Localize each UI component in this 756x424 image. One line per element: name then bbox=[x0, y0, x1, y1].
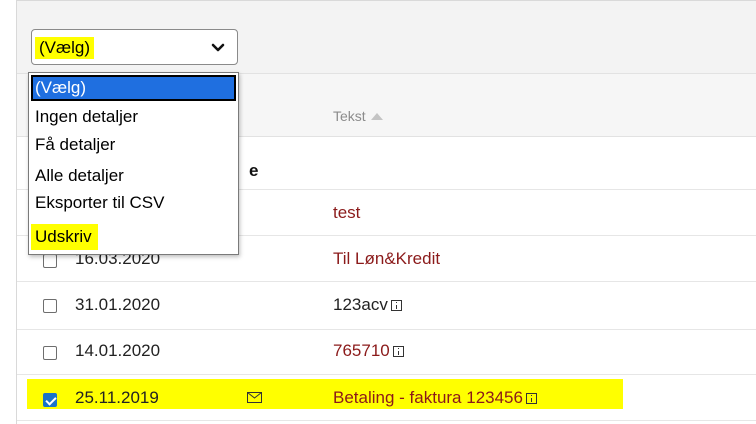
option-eksporter-csv[interactable]: Eksporter til CSV bbox=[31, 190, 236, 216]
row-text-link[interactable]: 765710 bbox=[333, 341, 390, 360]
sort-ascending-icon bbox=[370, 113, 383, 120]
group-label: e bbox=[249, 161, 259, 180]
chevron-down-icon bbox=[211, 43, 225, 52]
info-icon[interactable] bbox=[390, 300, 402, 311]
toolbar: (Vælg) bbox=[17, 1, 756, 74]
row-text-label: 123acv bbox=[333, 295, 388, 314]
row-date: 25.11.2019 bbox=[75, 388, 159, 407]
option-ingen-detaljer[interactable]: Ingen detaljer bbox=[31, 104, 236, 130]
info-icon[interactable] bbox=[525, 393, 537, 404]
column-header-tekst[interactable]: Tekst bbox=[333, 108, 383, 124]
row-date: 31.01.2020 bbox=[75, 295, 161, 314]
option-vaelg[interactable]: (Vælg) bbox=[31, 75, 236, 101]
mail-icon[interactable] bbox=[247, 392, 262, 403]
option-udskriv[interactable]: Udskriv bbox=[31, 224, 98, 250]
column-header-label: Tekst bbox=[333, 108, 366, 124]
row-checkbox[interactable] bbox=[43, 254, 57, 268]
row-text[interactable]: 765710 bbox=[333, 341, 404, 361]
option-alle-detaljer[interactable]: Alle detaljer bbox=[31, 163, 236, 189]
row-text[interactable]: Betaling - faktura 123456 bbox=[333, 388, 537, 408]
row-checkbox[interactable] bbox=[43, 299, 57, 313]
row-text: 123acv bbox=[333, 295, 402, 315]
option-faa-detaljer[interactable]: Få detaljer bbox=[31, 132, 236, 158]
action-select-value: (Vælg) bbox=[35, 37, 95, 59]
row-checkbox-checked[interactable] bbox=[43, 393, 57, 407]
row-date: 14.01.2020 bbox=[75, 341, 161, 360]
row-text-link[interactable]: test bbox=[333, 203, 360, 223]
action-select[interactable]: (Vælg) bbox=[31, 29, 238, 65]
row-text-link[interactable]: Til Løn&Kredit bbox=[333, 249, 440, 269]
info-icon[interactable] bbox=[392, 346, 404, 357]
row-text-link[interactable]: Betaling - faktura 123456 bbox=[333, 388, 523, 407]
action-dropdown-list: (Vælg) Ingen detaljer Få detaljer Alle d… bbox=[28, 72, 239, 255]
row-checkbox[interactable] bbox=[43, 346, 57, 360]
